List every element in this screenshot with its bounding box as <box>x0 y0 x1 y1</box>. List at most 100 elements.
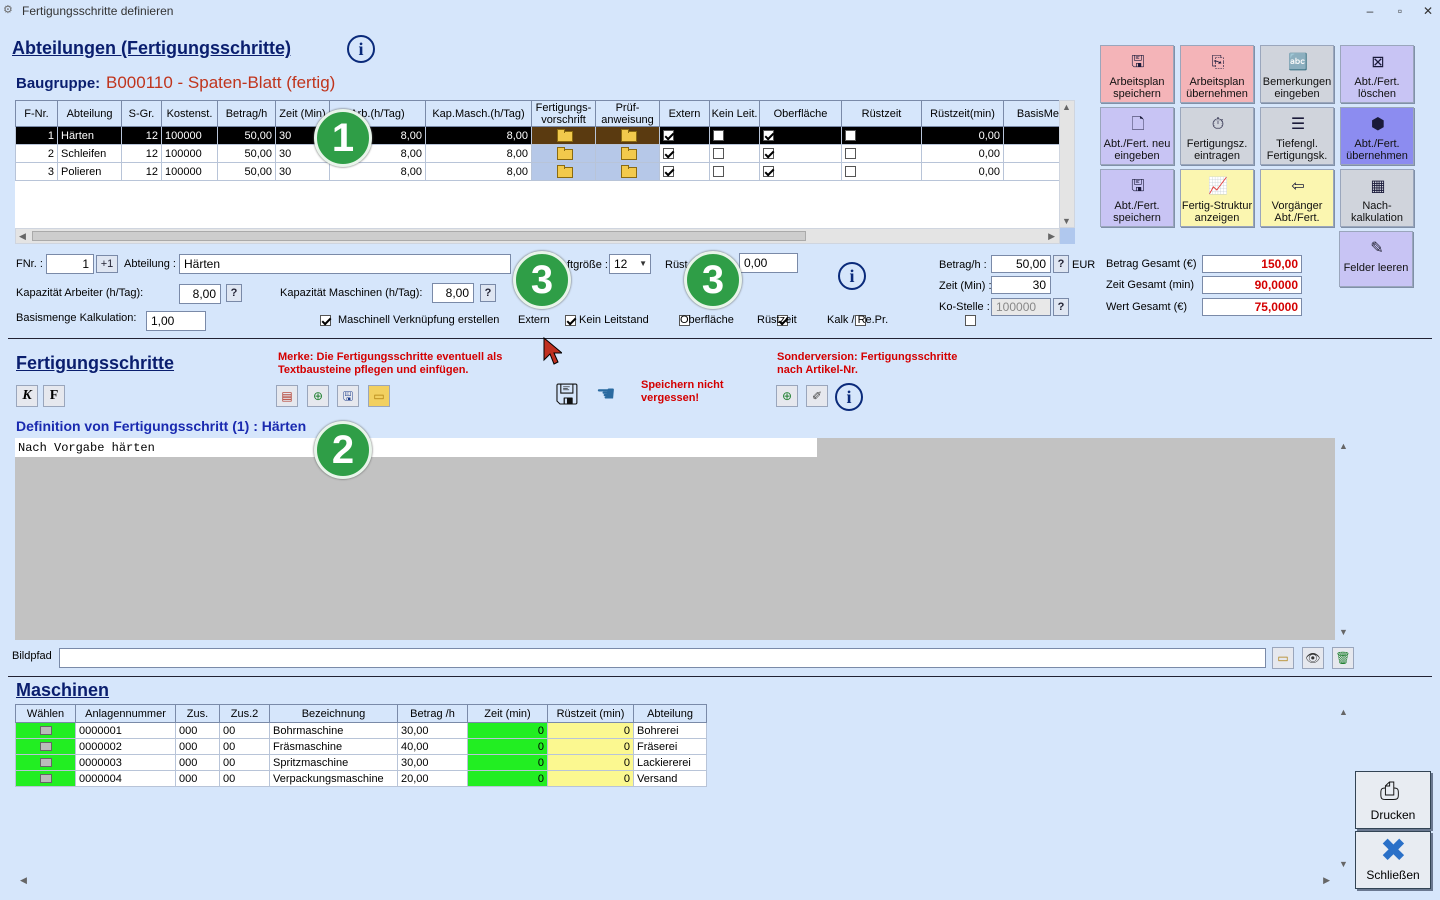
text-editor[interactable]: Nach Vorgabe härten <box>15 438 1335 640</box>
plus-one-button[interactable]: +1 <box>96 255 118 273</box>
kap-arbeiter-input[interactable]: 8,00 <box>179 284 221 304</box>
column-header[interactable]: Rüstzeit(min) <box>921 100 1004 127</box>
cell-basisme[interactable] <box>1003 144 1060 163</box>
ruestzeit-checkbox[interactable] <box>845 130 856 142</box>
select-toggle[interactable] <box>39 758 52 768</box>
view-eye-icon[interactable]: 👁 <box>1302 647 1324 669</box>
select-toggle[interactable] <box>39 774 52 784</box>
kap-maschinen-input[interactable]: 8,00 <box>432 283 474 303</box>
oberflaeche-checkbox[interactable] <box>763 166 774 178</box>
bold-f-button[interactable]: F <box>43 385 65 407</box>
table-row[interactable]: 2 Schleifen 12 100000 50,00 30 8,00 8,00 0,00 <box>15 144 1060 163</box>
toolbar-button[interactable]: ⊠ Abt./Fert. löschen <box>1340 45 1414 103</box>
keinleit-checkbox[interactable] <box>713 166 724 178</box>
cell-abt[interactable]: Fräserei <box>633 738 707 755</box>
column-header[interactable]: Kap.Masch.(h/Tag) <box>425 100 532 127</box>
cell-sgr[interactable]: 12 <box>121 126 162 145</box>
cell-kap[interactable]: 8,00 <box>425 144 532 163</box>
abteilung-input[interactable]: Härten <box>179 254 511 274</box>
cell-nr[interactable]: 2 <box>15 144 58 163</box>
dept-table-vscroll[interactable]: ▲ ▼ <box>1059 100 1075 228</box>
toolbar-button[interactable]: ⇦ Vorgänger Abt./Fert. <box>1260 169 1334 227</box>
drucken-button[interactable]: ⎙ Drucken <box>1355 771 1431 829</box>
cell-betrag[interactable]: 20,00 <box>397 770 468 787</box>
oberflaeche-checkbox[interactable] <box>763 148 774 160</box>
cell-zus[interactable]: 000 <box>175 722 220 739</box>
cell-abt[interactable]: Versand <box>633 770 707 787</box>
toolbar-button[interactable]: ⎘ Arbeitsplan übernehmen <box>1180 45 1254 103</box>
cell-zeit[interactable]: 30 <box>275 162 330 181</box>
column-header[interactable]: Kostenst. <box>161 100 218 127</box>
cell-zus2[interactable]: 00 <box>219 770 270 787</box>
editor-text[interactable]: Nach Vorgabe härten <box>15 438 817 457</box>
add-article-icon[interactable]: ⊕ <box>776 385 798 407</box>
select-toggle[interactable] <box>39 726 52 736</box>
folder-open-icon[interactable] <box>555 128 573 142</box>
dropdown-arrow-icon[interactable]: ▼ <box>639 259 647 268</box>
cell-bez[interactable]: Spritzmaschine <box>269 754 398 771</box>
cell-abt[interactable]: Lackiererei <box>633 754 707 771</box>
cell-nr[interactable]: 0000004 <box>75 770 176 787</box>
table-row[interactable]: 1 Härten 12 100000 50,00 30 8,00 8,00 0,00 <box>15 126 1060 145</box>
cell-zeit[interactable]: 0 <box>467 722 548 739</box>
maschinen-hscroll[interactable]: ◀ ▶ <box>15 872 1335 888</box>
folder-open-icon[interactable] <box>619 128 637 142</box>
cell-betrag[interactable]: 50,00 <box>217 144 276 163</box>
info-icon[interactable]: i <box>347 35 375 63</box>
select-cell[interactable] <box>15 754 76 771</box>
column-header[interactable]: Fertigungs-vorschrift <box>531 100 596 127</box>
cell-sgr[interactable]: 12 <box>121 162 162 181</box>
minimize-button[interactable]: – <box>1356 1 1384 21</box>
maximize-button[interactable]: ▫ <box>1386 1 1414 21</box>
extern-checkbox[interactable] <box>663 148 674 160</box>
cell-fertigungsvorschrift[interactable] <box>531 144 596 163</box>
column-header[interactable]: Rüstzeit (min) <box>547 704 634 723</box>
cell-ruestmin[interactable]: 0,00 <box>921 144 1004 163</box>
column-header[interactable]: Wählen <box>15 704 76 723</box>
folder-open-icon[interactable]: ▭ <box>1272 647 1294 669</box>
cell-zeit[interactable]: 0 <box>467 770 548 787</box>
select-cell[interactable] <box>15 738 76 755</box>
table-row[interactable]: 0000002 000 00 Fräsmaschine 40,00 0 0 Fräserei <box>15 738 707 755</box>
table-row[interactable]: 0000001 000 00 Bohrmaschine 30,00 0 0 Bohrerei <box>15 722 707 739</box>
cell-betrag[interactable]: 30,00 <box>397 722 468 739</box>
column-header[interactable]: Betrag/h <box>217 100 276 127</box>
cell-kap[interactable]: 8,00 <box>425 162 532 181</box>
folder-icon[interactable]: ▭ <box>368 385 390 407</box>
close-window-button[interactable]: ✕ <box>1414 1 1440 21</box>
folder-open-icon[interactable] <box>555 164 573 178</box>
cell-ruest[interactable]: 0 <box>547 754 634 771</box>
cell-abt[interactable]: Bohrerei <box>633 722 707 739</box>
ruest-input[interactable]: 0,00 <box>739 253 798 273</box>
cell-betrag[interactable]: 40,00 <box>397 738 468 755</box>
cell-ruest[interactable]: 0 <box>547 722 634 739</box>
cell-bez[interactable]: Bohrmaschine <box>269 722 398 739</box>
cell-nr[interactable]: 0000002 <box>75 738 176 755</box>
fnr-input[interactable]: 1 <box>46 254 94 274</box>
column-header[interactable]: Kein Leit. <box>709 100 760 127</box>
cell-zus2[interactable]: 00 <box>219 754 270 771</box>
cell-nr[interactable]: 3 <box>15 162 58 181</box>
cell-nr[interactable]: 1 <box>15 126 58 145</box>
table-row[interactable]: 0000004 000 00 Verpackungsmaschine 20,00 0 0 Ve… <box>15 770 707 787</box>
add-textblock-icon[interactable]: ⊕ <box>307 385 329 407</box>
cell-ruestmin[interactable]: 0,00 <box>921 126 1004 145</box>
cell-betrag[interactable]: 50,00 <box>217 162 276 181</box>
toolbar-button[interactable]: ⏱ Fertigungsz. eintragen <box>1180 107 1254 165</box>
edit-eraser-icon[interactable]: ✐ <box>806 385 828 407</box>
column-header[interactable]: F-Nr. <box>15 100 58 127</box>
select-cell[interactable] <box>15 770 76 787</box>
info-icon[interactable]: i <box>835 383 863 411</box>
losgroesse-select[interactable]: 12 ▼ <box>609 254 651 274</box>
basismenge-input[interactable]: 1,00 <box>146 311 206 331</box>
column-header[interactable]: Anlagennummer <box>75 704 176 723</box>
cell-kst[interactable]: 100000 <box>161 162 218 181</box>
toolbar-button[interactable]: ⬢ Abt./Fert. übernehmen <box>1340 107 1414 165</box>
folder-open-icon[interactable] <box>555 146 573 160</box>
toolbar-button[interactable]: 🗋 Abt./Fert. neu eingeben <box>1100 107 1174 165</box>
column-header[interactable]: Zus. <box>175 704 220 723</box>
help-button[interactable]: ? <box>1053 255 1069 273</box>
felder-leeren-button[interactable]: ✎ Felder leeren <box>1339 231 1413 287</box>
column-header[interactable]: Oberfläche <box>759 100 842 127</box>
toolbar-button[interactable]: 🖫 Arbeitsplan speichern <box>1100 45 1174 103</box>
